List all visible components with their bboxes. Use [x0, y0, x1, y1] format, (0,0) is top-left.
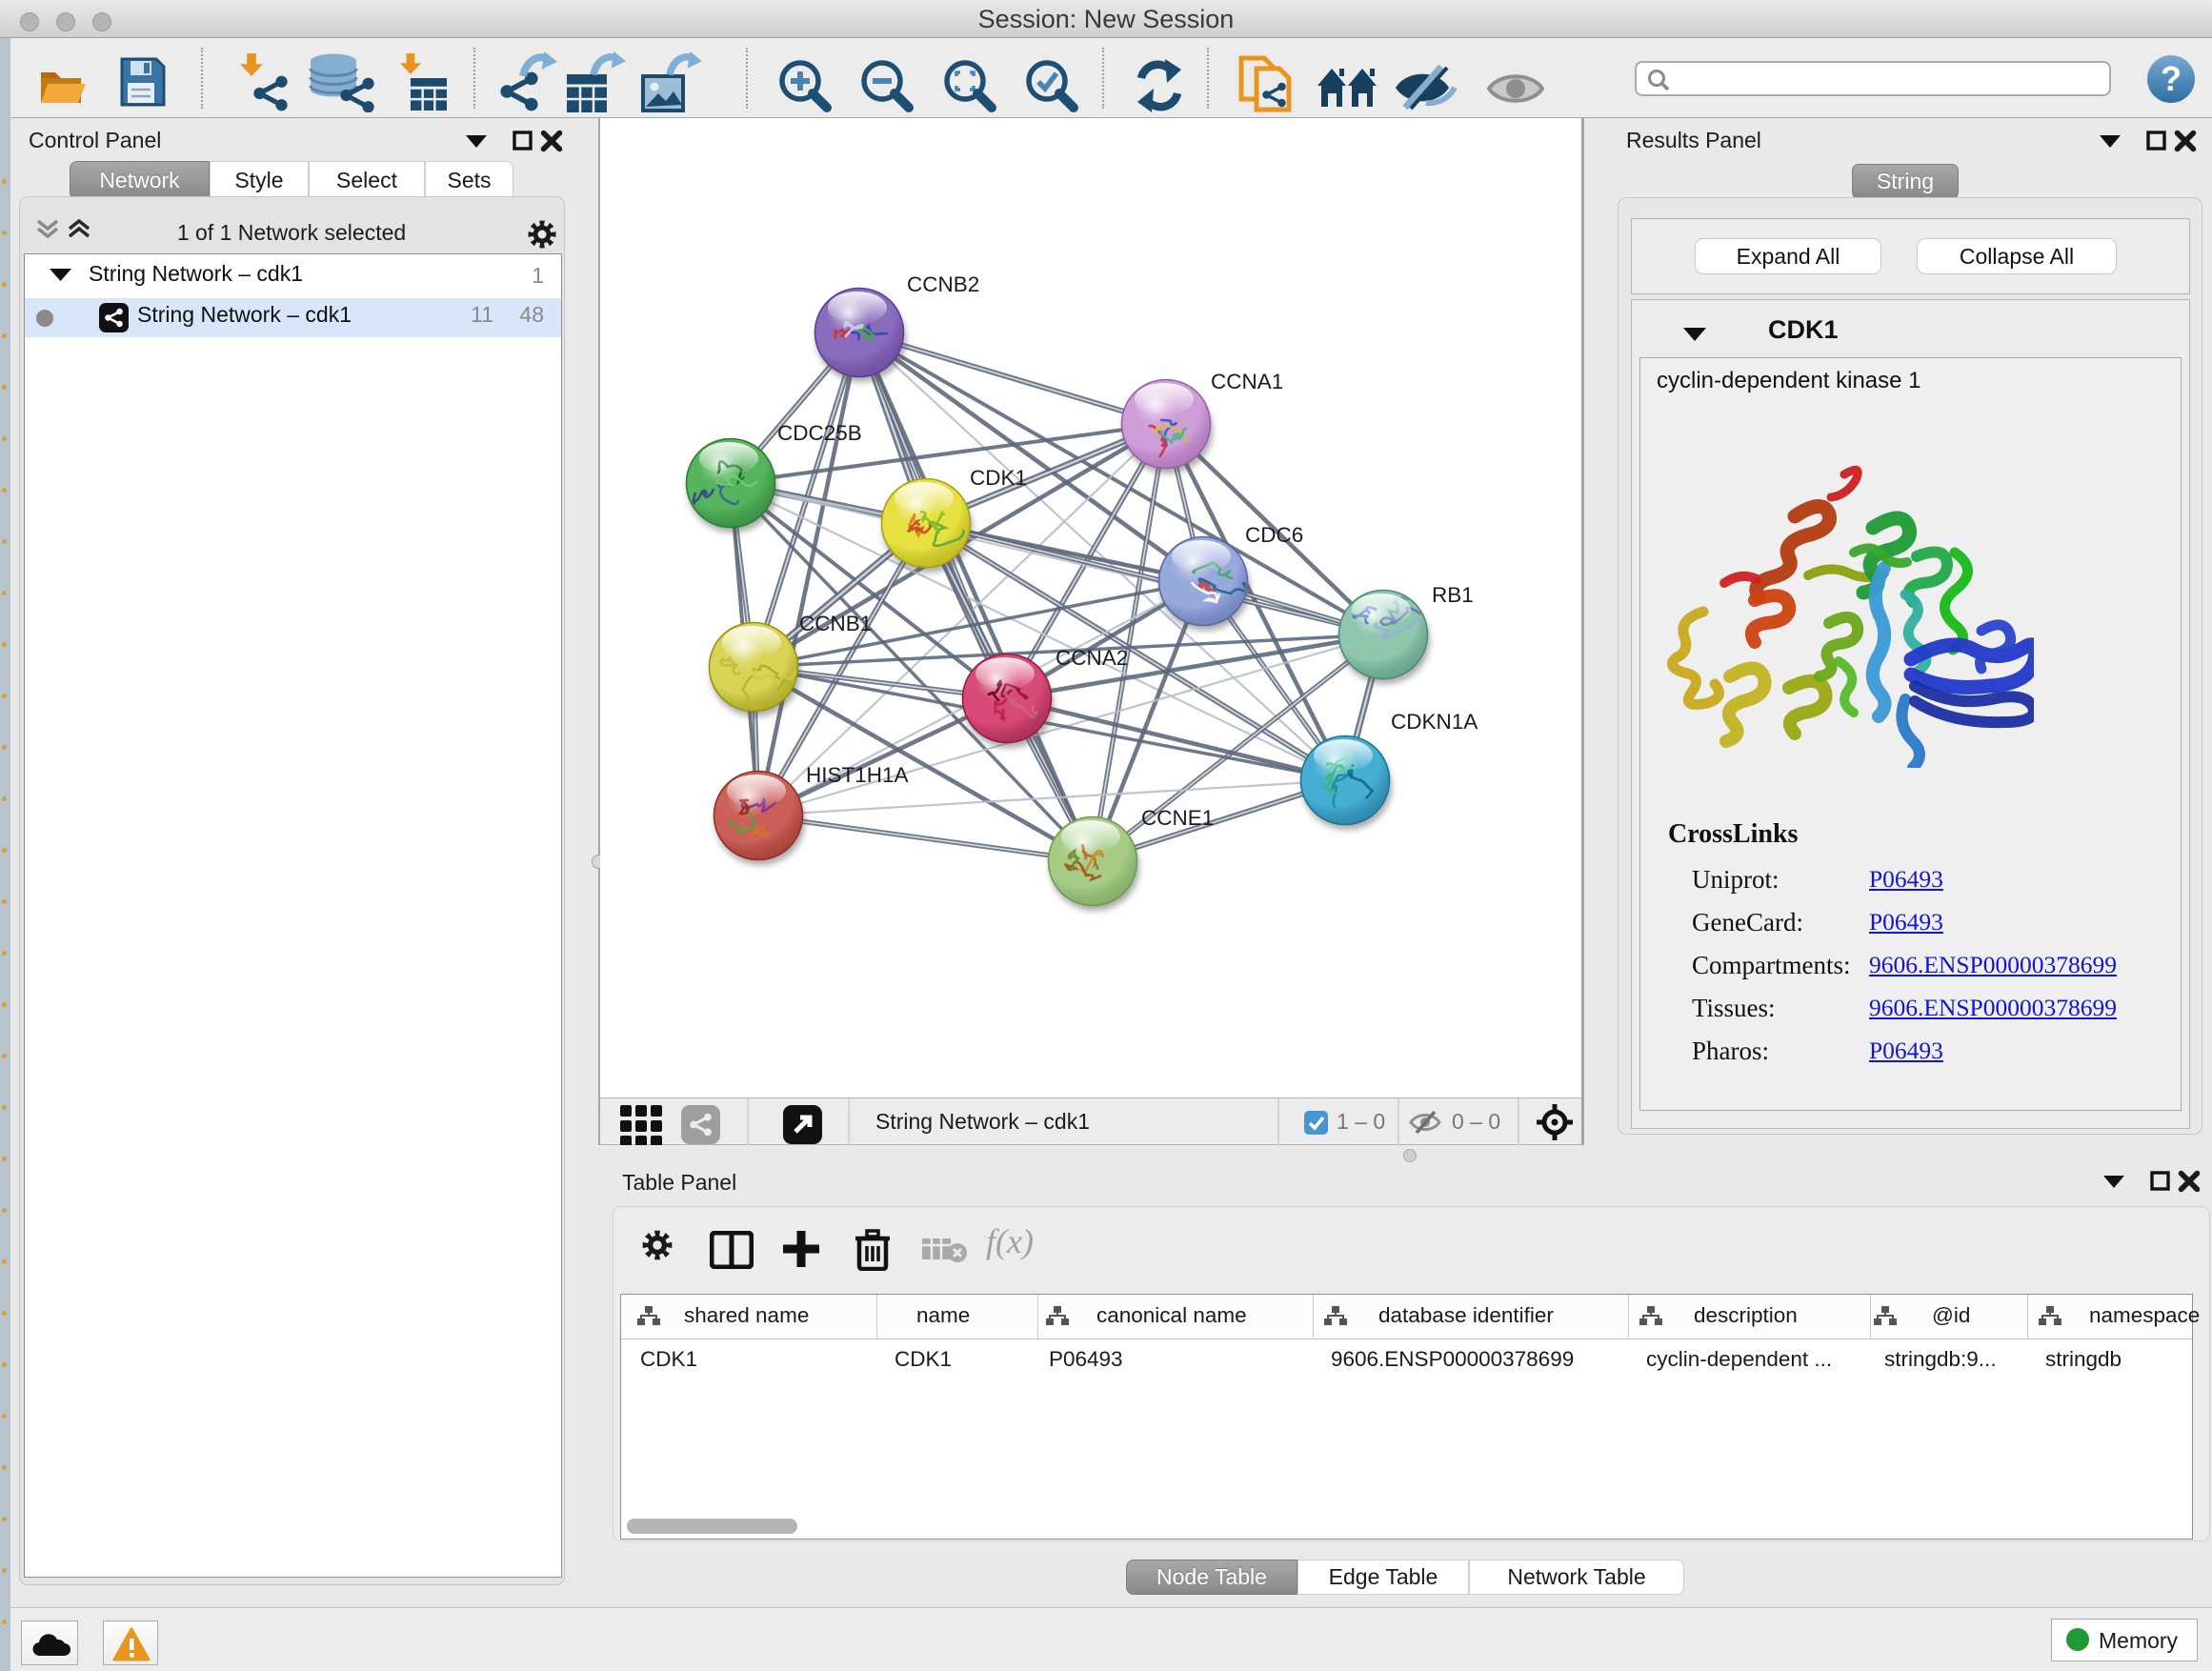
svg-text:CCNB1: CCNB1 — [799, 612, 872, 635]
svg-text:CCNA1: CCNA1 — [1211, 370, 1283, 393]
svg-text:CCNB2: CCNB2 — [907, 272, 979, 296]
svg-text:HIST1H1A: HIST1H1A — [806, 763, 909, 787]
svg-text:?: ? — [2161, 59, 2182, 98]
svg-text:CDK1: CDK1 — [970, 466, 1027, 490]
svg-text:CDC25B: CDC25B — [777, 421, 862, 445]
svg-text:CCNA2: CCNA2 — [1056, 646, 1128, 670]
svg-text:CDKN1A: CDKN1A — [1391, 710, 1478, 734]
svg-text:CDC6: CDC6 — [1245, 523, 1303, 547]
svg-text:CCNE1: CCNE1 — [1141, 806, 1214, 830]
svg-text:RB1: RB1 — [1432, 583, 1474, 607]
